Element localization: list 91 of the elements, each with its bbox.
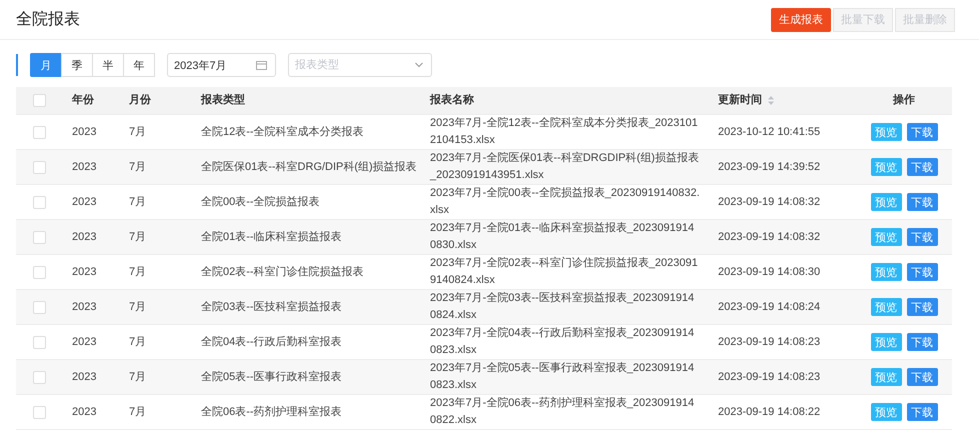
table-cell-text: 全院05表--医事行政科室报表	[201, 370, 342, 384]
preview-button[interactable]: 预览	[870, 333, 902, 351]
table-cell-text: 2023年7月-全院医保01表--科室DRGDIP科(组)损益报表_20230919143951.xlsx	[430, 150, 700, 183]
row-checkbox[interactable]	[33, 266, 46, 278]
table-cell-text: 2023-09-19 14:39:52	[718, 160, 820, 174]
preview-button[interactable]: 预览	[870, 158, 902, 176]
row-checkbox[interactable]	[33, 336, 46, 348]
table-cell-text: 2023-09-19 14:08:30	[718, 264, 820, 280]
table-cell-text: 2023	[72, 370, 96, 384]
table-cell-text: 全院06表--药剂护理科室报表	[201, 404, 342, 420]
generate-report-button[interactable]: 生成报表	[771, 8, 831, 32]
table-cell-text: 2023	[72, 230, 96, 244]
column-header: 报表名称	[430, 92, 474, 108]
row-checkbox[interactable]	[33, 160, 46, 174]
page-title: 全院报表	[16, 10, 80, 30]
preview-button[interactable]: 预览	[870, 403, 902, 421]
sort-icon[interactable]	[768, 96, 774, 105]
column-header: 年份	[72, 92, 94, 108]
table-cell-text: 7月	[129, 160, 146, 174]
row-checkbox[interactable]	[33, 196, 46, 208]
row-checkbox[interactable]	[33, 230, 46, 244]
table-cell-text: 2023	[72, 194, 96, 210]
table-cell-text: 7月	[129, 194, 146, 210]
chevron-down-icon	[415, 62, 423, 68]
period-tab[interactable]: 月	[30, 53, 62, 77]
table-cell-text: 全院03表--医技科室损益报表	[201, 300, 342, 314]
preview-button[interactable]: 预览	[870, 368, 902, 386]
table-cell-text: 2023年7月-全院00表--全院损益报表_20230919140832.xlsx	[430, 186, 700, 218]
row-checkbox[interactable]	[33, 406, 46, 418]
table-cell-text: 2023-09-19 14:08:23	[718, 334, 820, 350]
table-cell-text: 全院04表--行政后勤科室报表	[201, 334, 342, 350]
table-cell-text: 2023年7月-全院02表--科室门诊住院损益报表_20230919140824.xlsx	[430, 256, 699, 288]
table-cell-text: 7月	[129, 230, 146, 244]
row-checkbox[interactable]	[33, 126, 46, 138]
download-button[interactable]: 下载	[906, 193, 938, 211]
column-header: 操作	[893, 93, 915, 108]
period-tab[interactable]: 半	[92, 53, 124, 77]
column-header: 更新时间	[718, 92, 762, 108]
report-type-select[interactable]: 报表类型	[288, 53, 432, 77]
table-cell-text: 2023	[72, 124, 96, 140]
table-cell-text: 2023年7月-全院01表--临床科室损益报表_20230919140830.xlsx	[430, 220, 696, 253]
column-header: 月份	[129, 93, 151, 108]
table-cell-text: 7月	[129, 404, 146, 420]
download-button[interactable]: 下载	[906, 333, 938, 351]
row-checkbox[interactable]	[33, 370, 46, 384]
date-field[interactable]: 2023年7月	[167, 53, 276, 77]
column-header: 报表类型	[201, 92, 245, 108]
table-cell-text: 全院00表--全院损益报表	[201, 194, 320, 210]
preview-button[interactable]: 预览	[870, 263, 902, 281]
table-cell-text: 7月	[129, 370, 146, 384]
calendar-icon	[256, 60, 267, 70]
table-cell-text: 全院12表--全院科室成本分类报表	[201, 124, 364, 140]
table-cell-text: 2023年7月-全院04表--行政后勤科室报表_20230919140823.xlsx	[430, 326, 696, 358]
table-cell-text: 7月	[129, 124, 146, 140]
table-cell-text: 2023	[72, 264, 96, 280]
table-cell-text: 2023-09-19 14:08:32	[718, 194, 820, 210]
row-checkbox[interactable]	[33, 300, 46, 314]
preview-button[interactable]: 预览	[870, 193, 902, 211]
table-cell-text: 全院医保01表--科室DRG/DIP科(组)损益报表	[201, 160, 417, 174]
table-cell-text: 2023年7月-全院05表--医事行政科室报表_20230919140823.xlsx	[430, 360, 696, 393]
download-button[interactable]: 下载	[906, 228, 938, 246]
table-cell-text: 2023	[72, 160, 96, 174]
period-tab[interactable]: 季	[61, 53, 93, 77]
table-cell-text: 2023	[72, 404, 96, 420]
download-button[interactable]: 下载	[906, 403, 938, 421]
period-tab[interactable]: 年	[123, 53, 155, 77]
table-cell-text: 2023-10-12 10:41:55	[718, 124, 820, 140]
table-cell-text: 7月	[129, 264, 146, 280]
preview-button[interactable]: 预览	[870, 298, 902, 316]
table-cell-text: 7月	[129, 300, 146, 314]
table-cell-text: 2023年7月-全院03表--医技科室损益报表_20230919140824.xlsx	[430, 290, 696, 323]
table-cell-text: 7月	[129, 334, 146, 350]
select-all-checkbox[interactable]	[33, 94, 46, 107]
download-button[interactable]: 下载	[906, 368, 938, 386]
table-cell-text: 2023年7月-全院12表--全院科室成本分类报表_20231012104153.xlsx	[430, 116, 699, 148]
table-cell-text: 全院01表--临床科室损益报表	[201, 230, 342, 244]
table-cell-text: 全院02表--科室门诊住院损益报表	[201, 264, 364, 280]
preview-button[interactable]: 预览	[870, 228, 902, 246]
download-button[interactable]: 下载	[906, 123, 938, 141]
accent-bar	[16, 54, 18, 76]
download-button[interactable]: 下载	[906, 263, 938, 281]
table-cell-text: 2023-09-19 14:08:24	[718, 300, 820, 314]
table-cell-text: 2023-09-19 14:08:22	[718, 404, 820, 420]
table-cell-text: 2023-09-19 14:08:23	[718, 370, 820, 384]
download-button[interactable]: 下载	[906, 158, 938, 176]
download-button[interactable]: 下载	[906, 298, 938, 316]
table-cell-text: 2023-09-19 14:08:32	[718, 230, 820, 244]
table-cell-text: 2023	[72, 300, 96, 314]
table-cell-text: 2023年7月-全院06表--药剂护理科室报表_20230919140822.xlsx	[430, 396, 696, 428]
table-cell-text: 2023	[72, 334, 96, 350]
preview-button[interactable]: 预览	[870, 123, 902, 141]
